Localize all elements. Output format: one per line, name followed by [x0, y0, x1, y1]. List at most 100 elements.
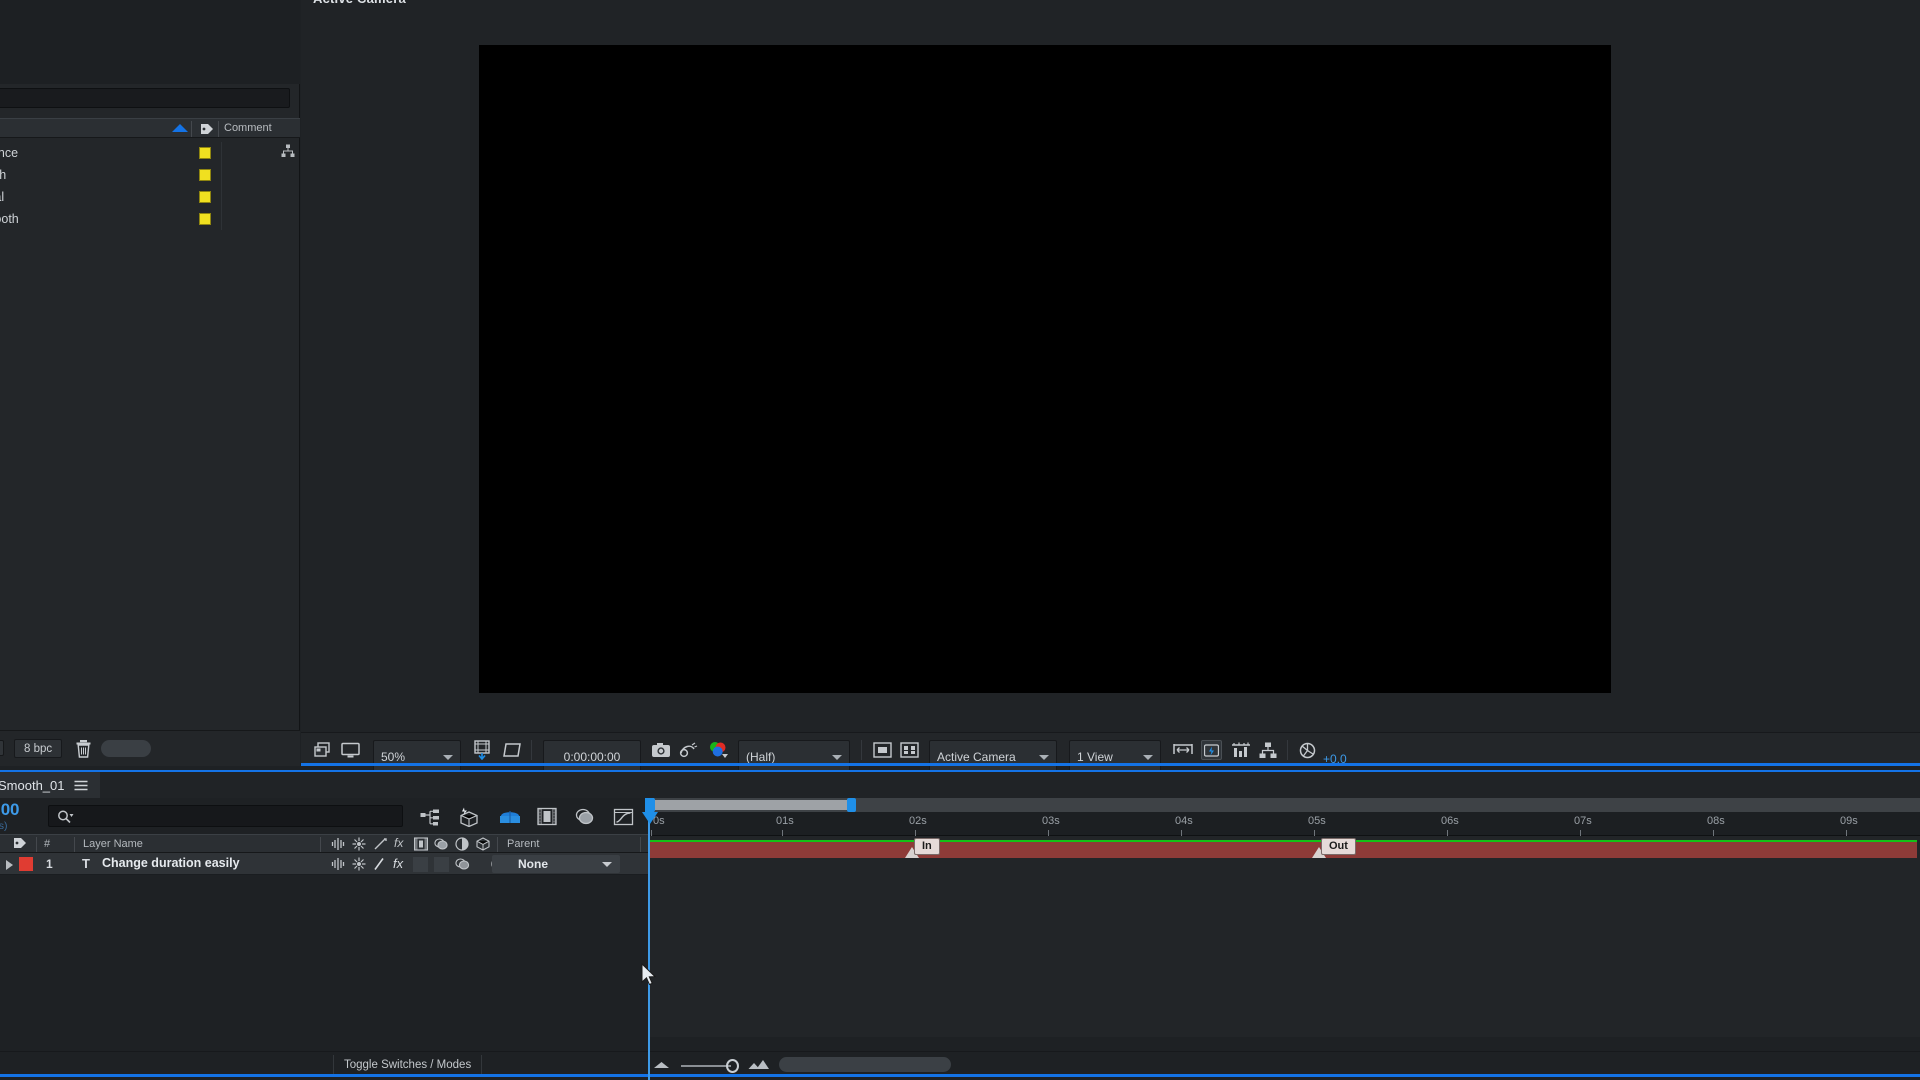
playhead-line[interactable]	[648, 798, 650, 1080]
work-area-end-handle[interactable]	[847, 798, 856, 812]
timeline-tab-bar: Smooth_01	[0, 772, 1920, 798]
project-item-label-color[interactable]	[199, 169, 211, 181]
timeline-graph-area: 0s 01s 02s 03s 04s 05s 06s 07s 08s 09s I…	[646, 798, 1920, 1037]
draft-3d-icon[interactable]	[459, 807, 479, 827]
project-item-comment-cell[interactable]	[221, 164, 273, 186]
region-of-interest-icon[interactable]	[503, 733, 522, 767]
column-header-parent[interactable]: Parent	[507, 838, 539, 850]
playhead-top-handle[interactable]	[645, 798, 654, 812]
table-row[interactable]: 1 T Change duration easily fx None	[0, 853, 648, 875]
composition-canvas[interactable]	[479, 45, 1611, 693]
parent-dropdown[interactable]: None	[492, 855, 620, 873]
view-layout-value: 1 View	[1077, 750, 1113, 764]
project-item-label: litch	[0, 168, 7, 182]
zoom-out-icon[interactable]	[653, 1060, 670, 1069]
motion-blur-toggle[interactable]	[434, 857, 449, 872]
adjustment-layer-icon[interactable]	[455, 857, 470, 871]
project-item-comment-cell[interactable]	[221, 186, 273, 208]
solo-icon[interactable]	[352, 837, 366, 851]
composition-mini-flowchart-icon[interactable]	[420, 807, 440, 827]
audio-icon[interactable]	[331, 857, 345, 871]
timeline-horizontal-scrollbar[interactable]	[779, 1057, 951, 1072]
reset-exposure-icon[interactable]	[1299, 733, 1316, 767]
time-ruler[interactable]: 0s 01s 02s 03s 04s 05s 06s 07s 08s 09s	[649, 812, 1920, 836]
magnification-dropdown[interactable]: 50%	[373, 740, 461, 774]
hide-shy-layers-icon[interactable]	[499, 807, 520, 827]
timeline-tracks[interactable]: In Out	[649, 836, 1920, 1037]
zoom-in-icon[interactable]	[748, 1059, 769, 1070]
fx-icon[interactable]: fx	[393, 856, 407, 871]
graph-editor-icon[interactable]	[613, 807, 634, 827]
motion-blur-icon[interactable]	[575, 807, 595, 827]
new-composition-button[interactable]	[101, 740, 151, 757]
project-item-comment-cell[interactable]	[221, 142, 273, 164]
camera-view-dropdown[interactable]: Active Camera	[929, 740, 1057, 774]
timeline-current-time[interactable]: 0:00	[0, 800, 19, 820]
toggle-viewer-icon[interactable]	[341, 733, 360, 767]
playhead-marker-icon[interactable]	[642, 812, 658, 824]
panel-grip[interactable]	[0, 740, 4, 756]
timeline-icon[interactable]	[1231, 733, 1251, 767]
column-header-layer-name[interactable]: Layer Name	[83, 838, 143, 850]
trash-icon[interactable]	[75, 739, 92, 758]
comp-flowchart-icon[interactable]	[1259, 733, 1277, 767]
current-timecode-field[interactable]: 0:00:00:00	[543, 740, 641, 774]
fx-icon[interactable]: fx	[394, 836, 403, 850]
show-snapshot-icon[interactable]	[679, 733, 698, 767]
project-list-item[interactable]: litch	[0, 164, 300, 186]
column-header-index[interactable]: #	[44, 838, 50, 850]
bit-depth-button[interactable]: 8 bpc	[14, 739, 63, 758]
resolution-icon[interactable]	[473, 733, 491, 767]
resolution-dropdown[interactable]: (Half)	[738, 740, 850, 774]
layer-duration-bar[interactable]	[650, 840, 1917, 858]
project-item-label-color[interactable]	[199, 213, 211, 225]
column-divider	[320, 837, 321, 852]
solo-icon[interactable]	[352, 857, 366, 871]
frame-blend-icon[interactable]	[414, 837, 428, 851]
adjustment-layer-icon[interactable]	[455, 837, 469, 851]
audio-icon[interactable]	[331, 837, 345, 851]
column-header-comment[interactable]: Comment	[224, 122, 272, 134]
zoom-slider-track[interactable]	[681, 1065, 731, 1067]
ruler-tick-label: 07s	[1574, 815, 1592, 827]
frame-blending-icon[interactable]	[537, 807, 557, 827]
project-list-item[interactable]: mooth	[0, 208, 300, 230]
work-area-fill[interactable]	[651, 800, 852, 810]
project-item-label-color[interactable]	[199, 147, 211, 159]
layer-label-color[interactable]	[19, 857, 33, 871]
layer-name[interactable]: Change duration easily	[102, 856, 240, 870]
frame-blend-toggle[interactable]	[413, 857, 428, 872]
project-item-label-color[interactable]	[199, 191, 211, 203]
zoom-slider-knob[interactable]	[726, 1059, 739, 1073]
expand-triangle-icon[interactable]	[6, 860, 13, 870]
toggle-transparency-grid-icon[interactable]	[314, 733, 334, 767]
toggle-transparency-grid-icon[interactable]	[900, 733, 919, 767]
camera-snapshot-icon[interactable]	[651, 733, 671, 767]
show-channel-icon[interactable]	[708, 733, 729, 767]
layer-track-row[interactable]: In Out	[649, 836, 1920, 858]
project-list-item[interactable]: ounce	[0, 142, 300, 164]
view-layout-dropdown[interactable]: 1 View	[1069, 740, 1161, 774]
project-preview-thumbnail	[0, 0, 300, 84]
toggle-switches-modes-button[interactable]: Toggle Switches / Modes	[333, 1055, 483, 1074]
pixel-aspect-correction-icon[interactable]	[1173, 733, 1193, 767]
sort-ascending-icon[interactable]	[172, 124, 188, 132]
3d-layer-icon[interactable]	[476, 837, 490, 851]
label-tag-icon[interactable]	[13, 837, 27, 849]
lock-icon[interactable]	[372, 857, 386, 871]
project-search-input[interactable]	[0, 88, 290, 108]
fast-previews-icon[interactable]	[1201, 740, 1222, 760]
chevron-down-icon	[602, 862, 612, 867]
motion-blur-icon[interactable]	[434, 837, 449, 851]
search-input[interactable]	[48, 805, 403, 827]
label-tag-icon[interactable]	[200, 123, 214, 135]
work-area-bar[interactable]	[646, 798, 1920, 812]
project-item-comment-cell[interactable]	[221, 208, 273, 230]
timeline-tab-smooth01[interactable]: Smooth_01	[0, 772, 100, 798]
lock-icon[interactable]	[373, 837, 387, 851]
panel-menu-icon[interactable]	[74, 780, 88, 791]
hierarchy-icon[interactable]	[281, 144, 295, 158]
layer-list-empty-area[interactable]	[0, 875, 648, 1037]
project-list-item[interactable]: etal	[0, 186, 300, 208]
toggle-mask-paths-icon[interactable]	[873, 733, 892, 767]
